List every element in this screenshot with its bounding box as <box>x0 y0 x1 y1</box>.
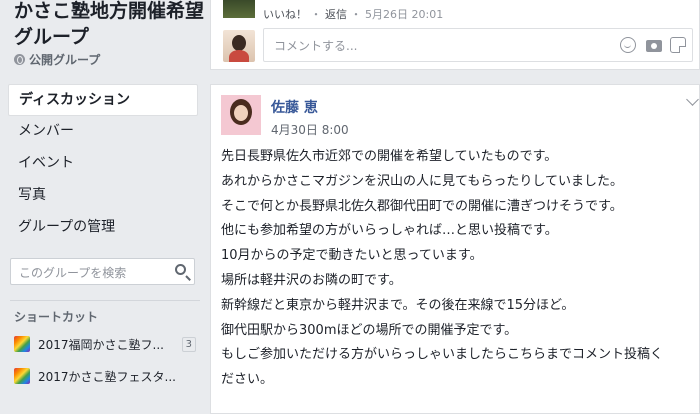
post-line: ださい。 <box>221 372 274 388</box>
post-line: 場所は軽井沢のお隣の町です。 <box>221 272 402 288</box>
group-search-input[interactable] <box>11 259 171 286</box>
separator: ・ <box>310 8 322 21</box>
rainbow-icon <box>14 368 30 384</box>
post-line: 新幹線だと東京から軽井沢まで。その後在来線で15分ほど。 <box>221 297 575 313</box>
group-nav: ディスカッション メンバー イベント 写真 グループの管理 <box>8 84 198 244</box>
author-avatar[interactable] <box>221 95 261 135</box>
post-line: 10月からの予定で動きたいと思っています。 <box>221 248 483 264</box>
current-user-avatar[interactable] <box>223 30 255 62</box>
post-card: 佐藤 恵 4月30日 8:00 先日長野県佐久市近郊での開催を希望していたもので… <box>210 84 700 414</box>
shortcut-item[interactable]: 2017かさこ塾フェスタ... <box>14 364 204 388</box>
post-timestamp[interactable]: 4月30日 8:00 <box>271 121 349 138</box>
shortcut-label: 2017福岡かさこ塾フ... <box>38 337 164 352</box>
comment-actions: いいね！ ・ 返信 ・ 5月26日 20:01 <box>263 6 443 22</box>
post-author[interactable]: 佐藤 恵 <box>271 97 318 117</box>
emoji-icon[interactable] <box>620 37 636 53</box>
search-icon[interactable] <box>175 264 186 275</box>
nav-item-photos[interactable]: 写真 <box>8 180 198 212</box>
rainbow-icon <box>14 336 30 352</box>
comment-timestamp[interactable]: 5月26日 20:01 <box>365 8 443 21</box>
group-privacy-label: 公開グループ <box>14 51 100 68</box>
sidebar-divider <box>10 300 200 301</box>
group-title[interactable]: かさこ塾地方開催希望グループ <box>14 0 204 50</box>
like-link[interactable]: いいね！ <box>263 8 307 21</box>
shortcuts-heading: ショートカット <box>14 310 99 324</box>
nav-item-events[interactable]: イベント <box>8 148 198 180</box>
post-line: もしご参加いただける方がいらっしゃいましたらこちらまでコメント投稿く <box>221 347 664 363</box>
chevron-down-icon[interactable] <box>686 93 699 106</box>
nav-item-members[interactable]: メンバー <box>8 116 198 148</box>
post-line: あれからかさこマガジンを沢山の人に見てもらったりしていました。 <box>221 173 623 189</box>
post-line: 御代田駅から300mほどの場所での開催予定です。 <box>221 322 518 338</box>
comment-box <box>263 28 693 63</box>
shortcut-count-badge: 3 <box>181 336 196 352</box>
shortcut-label: 2017かさこ塾フェスタ... <box>38 369 176 384</box>
separator: ・ <box>350 8 362 21</box>
previous-post-footer: いいね！ ・ 返信 ・ 5月26日 20:01 <box>210 0 700 70</box>
post-line: 先日長野県佐久市近郊での開催を希望していたものです。 <box>221 149 558 164</box>
sticker-icon[interactable] <box>670 37 686 53</box>
post-body: 先日長野県佐久市近郊での開催を希望していたものです。 あれからかさこマガジンを沢… <box>221 145 691 393</box>
nav-item-manage-group[interactable]: グループの管理 <box>8 212 198 244</box>
comment-input[interactable] <box>264 29 576 63</box>
reply-link[interactable]: 返信 <box>325 8 347 21</box>
post-line: そこで何とか長野県北佐久郡御代田町での開催に漕ぎつけそうです。 <box>221 198 623 214</box>
camera-icon[interactable] <box>646 37 662 53</box>
group-search <box>10 258 195 286</box>
post-line: 他にも参加希望の方がいらっしゃれば…と思い投稿です。 <box>221 223 558 239</box>
nav-item-discussion[interactable]: ディスカッション <box>8 84 198 116</box>
previous-comment-thumbnail <box>223 0 255 18</box>
shortcut-item[interactable]: 2017福岡かさこ塾フ... 3 <box>14 332 204 356</box>
left-sidebar: かさこ塾地方開催希望グループ 公開グループ ディスカッション メンバー イベント… <box>0 0 208 401</box>
group-type-text: 公開グループ <box>29 53 101 67</box>
globe-icon <box>14 54 25 65</box>
